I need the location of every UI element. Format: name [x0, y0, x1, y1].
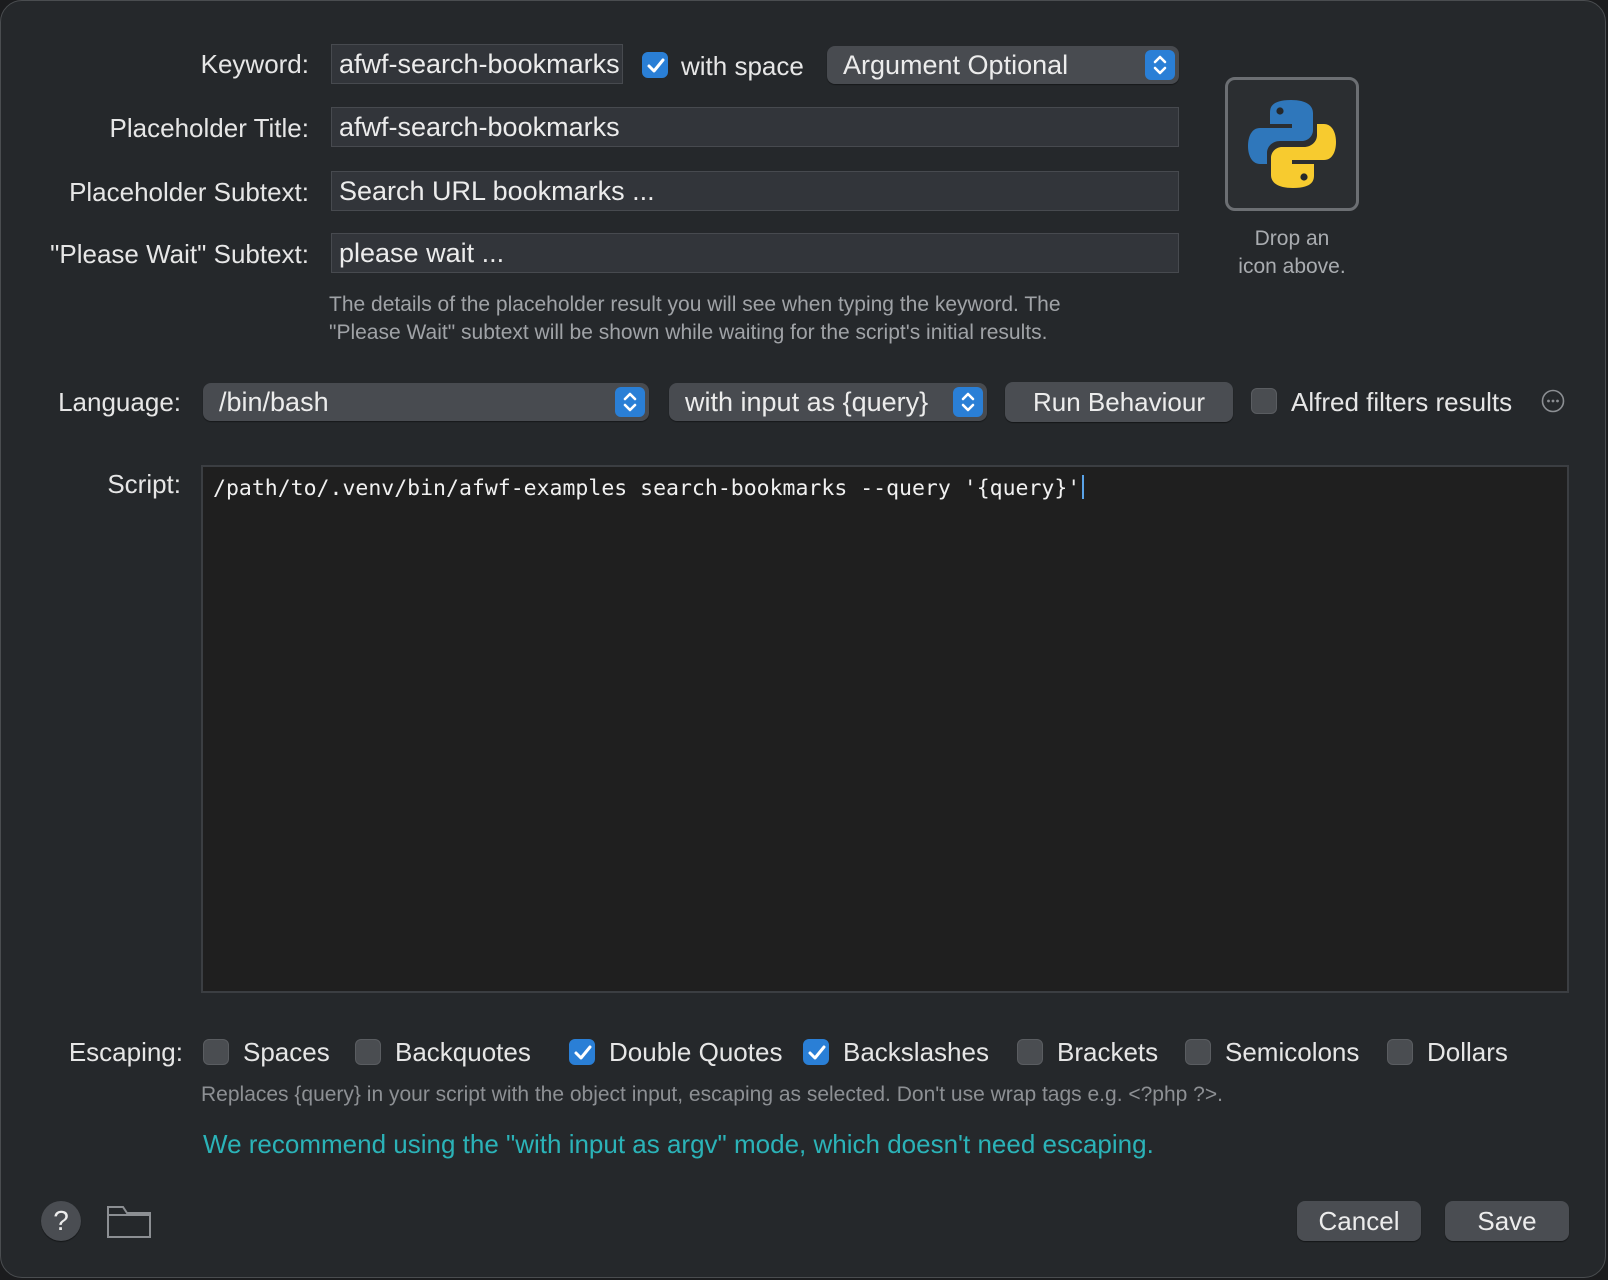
language-label: Language: — [58, 387, 181, 417]
cancel-button[interactable]: Cancel — [1297, 1201, 1421, 1241]
alfred-filters-label: Alfred filters results — [1291, 387, 1513, 417]
escape-double-quotes-checkbox[interactable] — [569, 1039, 595, 1065]
escaping-label: Escaping: — [68, 1037, 183, 1067]
escape-dollars-label: Dollars — [1427, 1037, 1508, 1067]
more-options-icon[interactable] — [1541, 389, 1565, 413]
placeholder-title-label: Placeholder Title: — [109, 113, 309, 143]
placeholder-subtext-label: Placeholder Subtext: — [69, 177, 309, 207]
icon-drop-well[interactable] — [1225, 77, 1359, 211]
placeholder-subtext-input[interactable]: Search URL bookmarks ... — [331, 171, 1179, 211]
chevron-updown-icon — [615, 387, 645, 417]
checkmark-icon — [808, 1045, 826, 1060]
save-button[interactable]: Save — [1445, 1201, 1569, 1241]
icon-drop-line2: icon above. — [1238, 255, 1346, 278]
folder-icon[interactable] — [105, 1201, 153, 1241]
escape-dollars-checkbox[interactable] — [1387, 1039, 1413, 1065]
escape-backslashes-label: Backslashes — [843, 1037, 989, 1067]
placeholder-title-input[interactable]: afwf-search-bookmarks — [331, 107, 1179, 147]
icon-drop-line1: Drop an — [1254, 227, 1330, 250]
escape-spaces-checkbox[interactable] — [203, 1039, 229, 1065]
escape-backquotes-checkbox[interactable] — [355, 1039, 381, 1065]
python-icon — [1248, 100, 1336, 188]
escape-backquotes-label: Backquotes — [395, 1037, 531, 1067]
input-mode-value: with input as {query} — [685, 387, 929, 417]
escape-semicolons-label: Semicolons — [1225, 1037, 1360, 1067]
chevron-updown-icon — [1145, 50, 1175, 80]
help-button[interactable]: ? — [41, 1201, 81, 1241]
keyword-label: Keyword: — [200, 49, 309, 79]
language-popup[interactable]: /bin/bash — [203, 383, 649, 421]
escape-brackets-label: Brackets — [1057, 1037, 1159, 1067]
please-wait-label: "Please Wait" Subtext: — [50, 239, 309, 269]
escape-double-quotes-label: Double Quotes — [609, 1037, 783, 1067]
escaping-hint: Replaces {query} in your script with the… — [201, 1083, 1223, 1106]
escape-spaces-label: Spaces — [243, 1037, 330, 1067]
argument-mode-popup[interactable]: Argument Optional — [827, 46, 1179, 84]
language-value: /bin/bash — [219, 387, 329, 417]
alfred-filters-checkbox[interactable] — [1251, 388, 1277, 414]
script-filter-config-window: Keyword: afwf-search-bookmarks with spac… — [0, 0, 1606, 1278]
text-caret — [1082, 475, 1085, 499]
icon-drop-caption: Drop an icon above. — [1201, 225, 1383, 281]
input-mode-popup[interactable]: with input as {query} — [669, 383, 987, 421]
script-label: Script: — [107, 469, 181, 499]
placeholder-hint-line1: The details of the placeholder result yo… — [329, 293, 1061, 316]
script-editor[interactable]: /path/to/.venv/bin/afwf-examples search-… — [201, 465, 1569, 993]
chevron-updown-icon — [953, 387, 983, 417]
run-behaviour-button[interactable]: Run Behaviour — [1005, 382, 1233, 422]
script-content: /path/to/.venv/bin/afwf-examples search-… — [213, 476, 1081, 501]
escape-backslashes-checkbox[interactable] — [803, 1039, 829, 1065]
placeholder-hint-line2: "Please Wait" subtext will be shown whil… — [329, 321, 1048, 344]
please-wait-input[interactable]: please wait ... — [331, 233, 1179, 273]
with-space-label: with space — [681, 51, 804, 81]
escape-brackets-checkbox[interactable] — [1017, 1039, 1043, 1065]
with-space-checkbox[interactable] — [642, 52, 668, 78]
checkmark-icon — [574, 1045, 592, 1060]
argument-mode-value: Argument Optional — [843, 50, 1069, 80]
keyword-input[interactable]: afwf-search-bookmarks — [331, 44, 623, 84]
checkmark-icon — [647, 58, 665, 73]
escape-semicolons-checkbox[interactable] — [1185, 1039, 1211, 1065]
argv-recommendation: We recommend using the "with input as ar… — [203, 1129, 1154, 1159]
